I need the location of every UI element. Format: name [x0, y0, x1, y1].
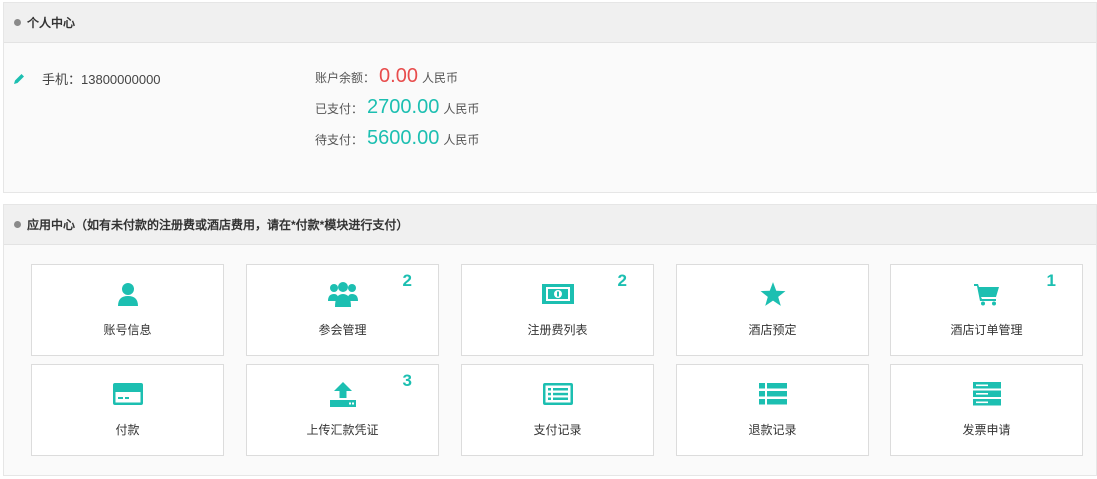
tile-hotel-orders[interactable]: 酒店订单管理 1: [890, 264, 1083, 356]
pencil-edit-icon[interactable]: [12, 72, 26, 86]
phone-row: 手机：13800000000: [12, 69, 161, 88]
pending-label: 待支付：: [315, 133, 364, 147]
paid-label: 已支付：: [315, 102, 364, 116]
tile-label: 注册费列表: [527, 323, 588, 337]
balance-summary: 账户余额： 0.00 人民币 已支付： 2700.00 人民币 待支付： 560…: [315, 65, 479, 158]
money-bill-icon: [541, 284, 574, 304]
tile-badge: 2: [402, 271, 412, 290]
pending-unit: 人民币: [443, 133, 480, 147]
list-icon: [758, 383, 787, 405]
app-center-panel: 应用中心（如有未付款的注册费或酒店费用，请在*付款*模块进行支付） 账号信息 参…: [3, 204, 1097, 476]
account-balance-value: 0.00: [379, 65, 418, 87]
tile-label: 上传汇款凭证: [306, 423, 379, 437]
tile-label: 酒店订单管理: [950, 323, 1023, 337]
app-center-title: 应用中心（如有未付款的注册费或酒店费用，请在*付款*模块进行支付）: [27, 218, 409, 232]
tile-label: 发票申请: [962, 423, 1011, 437]
account-balance-row: 账户余额： 0.00 人民币: [315, 65, 479, 96]
tile-label: 账号信息: [103, 323, 152, 337]
app-center-header: 应用中心（如有未付款的注册费或酒店费用，请在*付款*模块进行支付）: [4, 205, 1096, 245]
tile-upload-remittance[interactable]: 上传汇款凭证 3: [246, 364, 439, 456]
tile-payment-records[interactable]: 支付记录: [461, 364, 654, 456]
list-alt-icon: [542, 383, 573, 405]
tile-label: 付款: [115, 423, 140, 437]
credit-card-icon: [112, 383, 143, 405]
personal-center-title: 个人中心: [27, 16, 76, 30]
server-icon: [972, 382, 1001, 406]
cart-icon: [973, 284, 999, 306]
tile-label: 支付记录: [533, 423, 582, 437]
tile-hotel-booking[interactable]: 酒店预定: [676, 264, 869, 356]
personal-center-panel: 个人中心 手机：13800000000 账户余额： 0.00 人民币 已支付： …: [3, 2, 1097, 193]
tile-attendee-management[interactable]: 参会管理 2: [246, 264, 439, 356]
tile-payment[interactable]: 付款: [31, 364, 224, 456]
tile-invoice-request[interactable]: 发票申请: [890, 364, 1083, 456]
personal-center-header: 个人中心: [4, 3, 1096, 43]
phone-number-text: 手机：13800000000: [42, 72, 161, 87]
tile-refund-records[interactable]: 退款记录: [676, 364, 869, 456]
account-balance-label: 账户余额：: [315, 71, 376, 85]
paid-value: 2700.00: [367, 96, 440, 118]
paid-row: 已支付： 2700.00 人民币: [315, 96, 479, 127]
tile-badge: 2: [617, 271, 627, 290]
star-icon: [760, 282, 785, 306]
pending-row: 待支付： 5600.00 人民币: [315, 127, 479, 158]
account-balance-unit: 人民币: [421, 71, 458, 85]
tile-account-info[interactable]: 账号信息: [31, 264, 224, 356]
bullet-dot-icon: [14, 19, 21, 26]
upload-icon: [329, 382, 356, 407]
paid-unit: 人民币: [443, 102, 480, 116]
tile-label: 酒店预定: [748, 323, 797, 337]
bullet-dot-icon: [14, 221, 21, 228]
tile-badge: 3: [402, 371, 412, 390]
tile-label: 退款记录: [748, 423, 797, 437]
user-icon: [117, 283, 138, 306]
pending-value: 5600.00: [367, 127, 440, 149]
tile-registration-fees[interactable]: 注册费列表 2: [461, 264, 654, 356]
tile-label: 参会管理: [318, 323, 367, 337]
tile-badge: 1: [1046, 271, 1056, 290]
users-icon: [327, 282, 358, 307]
